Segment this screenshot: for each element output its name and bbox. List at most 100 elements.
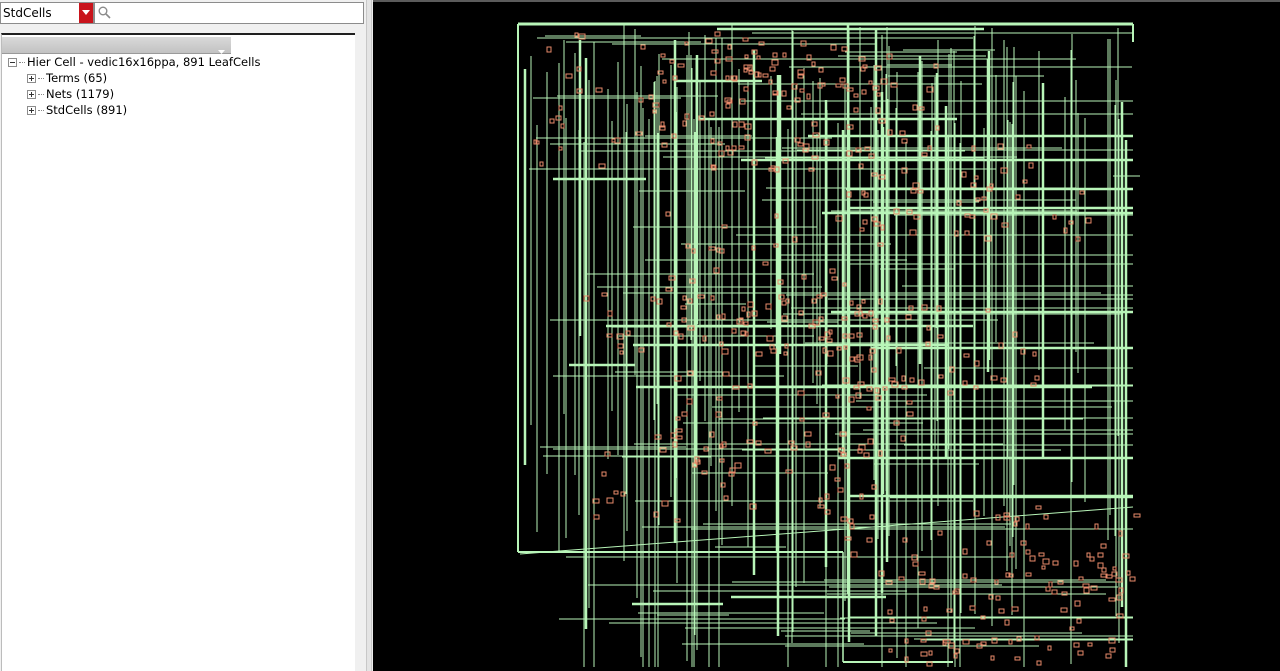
std-cell	[786, 105, 792, 110]
std-cell	[853, 93, 859, 98]
std-cell	[974, 360, 980, 367]
std-cell	[1041, 565, 1046, 570]
std-cell	[822, 347, 827, 354]
std-cell	[969, 605, 976, 611]
std-cell	[607, 310, 613, 317]
std-cell	[857, 381, 865, 386]
std-cell	[1083, 587, 1090, 594]
std-cell	[710, 138, 715, 144]
std-cell	[732, 121, 738, 128]
std-cell	[681, 411, 688, 417]
layout-drawing[interactable]	[373, 2, 1280, 671]
std-cell	[734, 462, 742, 469]
std-cell	[840, 516, 848, 522]
std-cell	[756, 55, 761, 60]
std-cell	[1109, 647, 1116, 653]
std-cell	[665, 211, 671, 217]
std-cell	[1004, 619, 1010, 626]
std-cell	[1035, 505, 1042, 510]
tree-item-stdcells-label: StdCells (891)	[46, 103, 128, 117]
std-cell	[1043, 514, 1049, 520]
std-cell	[721, 348, 729, 355]
std-cell	[887, 609, 893, 615]
std-cell	[835, 215, 843, 222]
std-cell	[640, 44, 646, 50]
std-cell	[830, 44, 837, 51]
tree-item-nets[interactable]: Nets (1179)	[27, 86, 114, 102]
std-cell	[741, 306, 746, 312]
tree-column-header[interactable]	[2, 37, 231, 54]
std-cell	[918, 571, 926, 576]
std-cell	[709, 111, 715, 117]
collapse-icon[interactable]	[8, 57, 17, 67]
search-input[interactable]	[94, 2, 364, 24]
std-cell	[765, 303, 772, 310]
expand-icon[interactable]	[27, 105, 36, 115]
std-cell	[878, 450, 883, 457]
tree-connector	[38, 77, 44, 79]
std-cell	[861, 89, 867, 95]
std-cell	[1051, 589, 1058, 595]
std-cell	[839, 77, 846, 83]
std-cell	[811, 61, 816, 67]
tree-item-terms[interactable]: Terms (65)	[27, 70, 107, 86]
std-cell	[1108, 597, 1116, 602]
std-cell	[743, 86, 749, 92]
std-cell	[826, 338, 833, 343]
std-cell	[901, 375, 906, 382]
std-cell	[862, 219, 868, 225]
expand-icon[interactable]	[27, 89, 36, 99]
std-cell	[710, 295, 715, 301]
std-cell	[769, 66, 776, 72]
std-cell	[682, 120, 687, 127]
browser-toolbar: StdCells	[0, 2, 366, 26]
std-cell	[938, 374, 944, 379]
std-cell	[850, 551, 858, 558]
std-cell	[1029, 555, 1036, 562]
tree-item-root-label: Hier Cell - vedic16x16ppa, 891 LeafCells	[27, 55, 261, 69]
std-cell	[725, 103, 731, 109]
std-cell	[866, 406, 872, 411]
std-cell	[995, 595, 1001, 601]
std-cell	[964, 230, 970, 236]
panel-splitter[interactable]	[366, 0, 372, 671]
std-cell	[677, 63, 685, 68]
std-cell	[1118, 530, 1123, 537]
std-cell	[1014, 656, 1021, 661]
std-cell	[928, 650, 933, 656]
std-cell	[1052, 560, 1059, 566]
std-cell	[861, 299, 866, 304]
design-browser-panel: StdCells Hier Cell - vedic16x16ppa, 891 …	[0, 0, 366, 671]
std-cell	[1073, 560, 1079, 567]
std-cell	[738, 145, 745, 150]
std-cell	[1076, 618, 1082, 624]
std-cell	[723, 495, 729, 501]
std-cell	[986, 540, 992, 546]
std-cell	[1034, 375, 1040, 381]
std-cell	[710, 70, 717, 76]
std-cell	[721, 313, 726, 320]
expand-icon[interactable]	[27, 73, 36, 83]
std-cell	[705, 38, 713, 44]
dropdown-selected-value: StdCells	[3, 6, 52, 20]
std-cell	[1038, 552, 1045, 557]
std-cell	[849, 300, 854, 306]
std-cell	[686, 398, 693, 405]
tree-item-stdcells[interactable]: StdCells (891)	[27, 102, 127, 118]
std-cell	[1074, 600, 1081, 607]
std-cell	[963, 353, 970, 358]
std-cell	[766, 335, 774, 342]
std-cell	[1094, 523, 1099, 530]
layout-canvas[interactable]	[373, 0, 1280, 671]
std-cell	[920, 651, 928, 657]
std-cell	[1087, 642, 1093, 647]
std-cell	[762, 261, 769, 266]
std-cell	[859, 227, 865, 232]
object-type-dropdown[interactable]: StdCells	[0, 2, 94, 24]
std-cell	[725, 75, 730, 81]
tree-item-root[interactable]: Hier Cell - vedic16x16ppa, 891 LeafCells	[8, 54, 260, 70]
std-cell	[662, 79, 667, 84]
chevron-down-icon[interactable]	[79, 3, 93, 23]
std-cell	[954, 648, 960, 654]
std-cell	[806, 93, 811, 100]
